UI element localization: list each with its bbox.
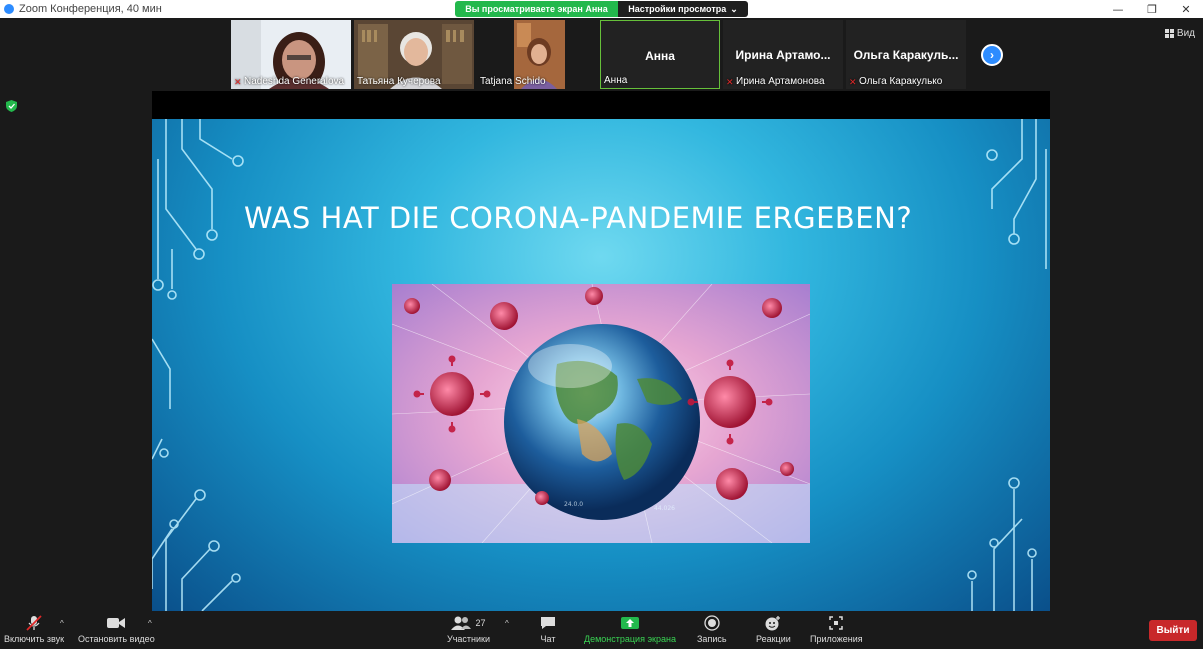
svg-text:24.0.0: 24.0.0	[564, 501, 583, 508]
zoom-window: Zoom Конференция, 40 мин — ❐ ✕ Вы просма…	[0, 0, 1203, 649]
screen-share-banner: Вы просматриваете экран Анна Настройки п…	[455, 1, 748, 17]
svg-text:44.026: 44.026	[654, 505, 675, 512]
unmute-label: Включить звук	[4, 634, 65, 644]
window-title: Zoom Конференция, 40 мин	[19, 3, 162, 15]
minimize-button[interactable]: —	[1101, 0, 1135, 18]
chat-label: Чат	[540, 634, 556, 644]
chevron-right-icon: ›	[990, 48, 994, 62]
participant-name-text: Ольга Каракулько	[859, 76, 943, 87]
shared-screen-top-bar	[152, 91, 1050, 119]
participant-tile[interactable]: Tatjana Schido	[477, 20, 597, 89]
stop-video-button[interactable]: Остановить видео	[78, 615, 155, 644]
participant-gallery-strip: ✕ Nadeshda Generalova Татьяна Кучерова T…	[231, 20, 966, 90]
participant-name: Tatjana Schido	[480, 76, 546, 87]
slide-title: WAS HAT DIE CORONA-PANDEMIE ERGEBEN?	[244, 201, 913, 235]
video-camera-icon	[106, 615, 126, 631]
participant-name: ✕ Nadeshda Generalova	[234, 76, 344, 87]
view-options-label: Настройки просмотра	[628, 4, 727, 14]
share-screen-icon	[620, 615, 640, 631]
participants-label: Участники	[447, 634, 490, 644]
participant-display-name: Ольга Каракуль...	[853, 48, 959, 62]
maximize-button[interactable]: ❐	[1135, 0, 1169, 18]
mic-muted-icon: ✕	[234, 76, 242, 87]
stop-video-label: Остановить видео	[78, 634, 155, 644]
view-options-button[interactable]: Настройки просмотра ⌄	[618, 1, 748, 17]
mic-muted-icon	[25, 615, 43, 631]
unmute-button[interactable]: Включить звук	[4, 615, 64, 644]
viewing-screen-label: Вы просматриваете экран Анна	[455, 1, 618, 17]
record-button[interactable]: Запись	[697, 615, 727, 644]
participant-name-text: Nadeshda Generalova	[244, 76, 345, 87]
leave-meeting-button[interactable]: Выйти	[1149, 620, 1197, 641]
close-button[interactable]: ✕	[1169, 0, 1203, 18]
apps-button[interactable]: Приложения	[810, 615, 863, 644]
mic-muted-icon: ✕	[849, 76, 857, 87]
participant-name: Анна	[604, 75, 627, 86]
share-screen-button[interactable]: Демонстрация экрана	[584, 615, 676, 644]
apps-icon	[828, 615, 844, 631]
reactions-icon	[764, 615, 782, 631]
participant-name: Татьяна Кучерова	[357, 76, 441, 87]
participants-icon: 27	[451, 615, 486, 631]
participant-display-name: Анна	[645, 49, 675, 63]
view-button[interactable]: Вид	[1164, 28, 1195, 39]
participant-tile-active-speaker[interactable]: Анна Анна	[600, 20, 720, 89]
participant-tile[interactable]: ✕ Nadeshda Generalova	[231, 20, 351, 89]
participant-name-text: Татьяна Кучерова	[357, 76, 441, 87]
participants-count: 27	[475, 618, 486, 628]
view-button-label: Вид	[1176, 28, 1195, 39]
next-page-button[interactable]: ›	[981, 44, 1003, 66]
participant-name-text: Tatjana Schido	[480, 76, 546, 87]
reactions-button[interactable]: Реакции	[756, 615, 791, 644]
participant-tile[interactable]: Ирина Артамо... ✕ Ирина Артамонова	[723, 20, 843, 89]
video-options-caret[interactable]: ^	[148, 619, 152, 628]
apps-label: Приложения	[810, 634, 863, 644]
participant-name: ✕ Ирина Артамонова	[726, 76, 825, 87]
chat-button[interactable]: Чат	[540, 615, 556, 644]
chat-icon	[540, 615, 556, 631]
participant-tile[interactable]: Ольга Каракуль... ✕ Ольга Каракулько	[846, 20, 966, 89]
meeting-toolbar: Включить звук ^ Остановить видео ^ 27 Уч…	[0, 611, 1203, 649]
zoom-logo-icon	[4, 4, 14, 14]
chevron-down-icon: ⌄	[730, 3, 738, 14]
window-controls: — ❐ ✕	[1101, 0, 1203, 18]
participant-name: ✕ Ольга Каракулько	[849, 76, 942, 87]
participant-name-text: Анна	[604, 75, 628, 86]
mic-muted-icon: ✕	[726, 76, 734, 87]
encryption-shield-icon[interactable]	[6, 100, 17, 112]
participant-name-text: Ирина Артамонова	[736, 76, 825, 87]
participants-button[interactable]: 27 Участники	[447, 615, 490, 644]
participant-tile[interactable]: Татьяна Кучерова	[354, 20, 474, 89]
share-screen-label: Демонстрация экрана	[584, 634, 676, 644]
reactions-label: Реакции	[756, 634, 791, 644]
shared-screen-slide: WAS HAT DIE CORONA-PANDEMIE ERGEBEN? 24.…	[152, 119, 1050, 611]
participants-options-caret[interactable]: ^	[505, 619, 509, 628]
record-label: Запись	[697, 634, 727, 644]
grid-view-icon	[1164, 29, 1174, 38]
globe-virus-image: 24.0.0 44.026	[392, 284, 810, 543]
record-icon	[704, 615, 720, 631]
audio-options-caret[interactable]: ^	[60, 619, 64, 628]
participant-display-name: Ирина Артамо...	[735, 48, 831, 62]
